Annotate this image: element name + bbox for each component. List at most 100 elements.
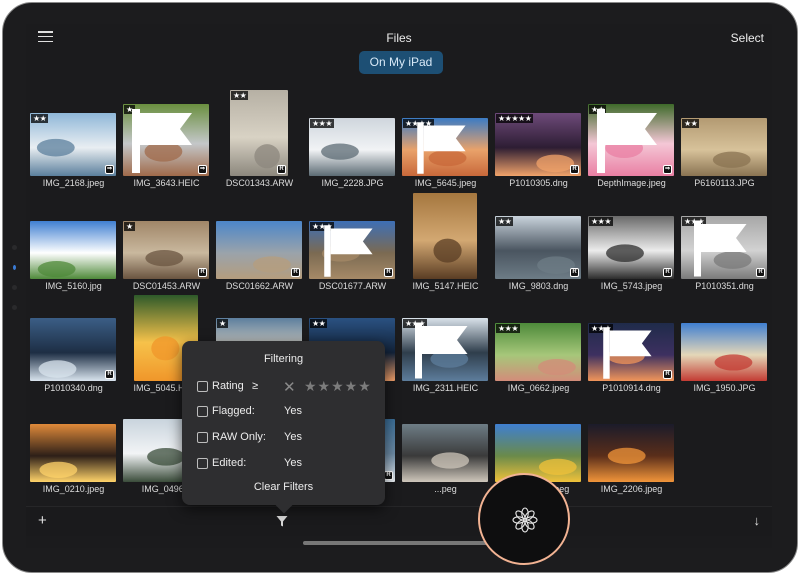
flagged-value[interactable]: Yes	[284, 405, 302, 417]
funnel-icon[interactable]	[276, 515, 288, 528]
location-selector[interactable]: On My iPad	[359, 51, 443, 74]
rating-stars-badge: ★	[124, 222, 135, 231]
edited-badge-icon: ⇒	[198, 165, 207, 174]
photo-cell[interactable]: ★★★ IMG_2311.HEIC	[399, 295, 492, 395]
raw-only-label: RAW Only:	[212, 431, 266, 443]
photo-cell[interactable]: ★★ ⇒ IMG_2168.jpeg	[27, 90, 120, 190]
side-indicator	[13, 265, 16, 270]
photo-cell[interactable]: IMG_1950.JPG	[678, 295, 771, 395]
rating-stars-badge: ★★★	[496, 324, 521, 333]
photo-filename: DSC01677.ARW	[318, 281, 387, 291]
photo-cell[interactable]: ★★★ R IMG_5743.jpeg	[585, 193, 678, 293]
photo-filename: ...peg	[434, 484, 457, 494]
photo-cell[interactable]: ★★ R DSC01343.ARW	[213, 90, 306, 190]
rating-stars-badge: ★★	[496, 217, 514, 226]
photo-thumbnail: ★★★★	[402, 118, 488, 176]
photo-filename: IMG_5645.jpeg	[414, 178, 477, 188]
flag-icon	[417, 122, 466, 174]
photo-thumbnail: ★★★R	[588, 216, 674, 279]
photo-cell[interactable]: ★★★ R P1010914.dng	[585, 295, 678, 395]
photo-cell[interactable]: ★★★ IMG_0662.jpeg	[492, 295, 585, 395]
photo-thumbnail: ★★ R	[230, 90, 288, 176]
select-button[interactable]: Select	[731, 31, 764, 45]
edited-checkbox[interactable]	[197, 458, 208, 469]
photo-thumbnail: ★★★	[402, 318, 488, 381]
photo-cell[interactable]: IMG_5147.HEIC	[399, 193, 492, 293]
rating-operator: ≥	[252, 380, 259, 392]
raw-badge-icon: R	[291, 268, 300, 277]
photo-filename: P1010340.dng	[44, 383, 103, 393]
photo-filename: IMG_2228.JPG	[321, 178, 384, 188]
rating-checkbox[interactable]	[197, 381, 208, 392]
rating-stars-badge: ★★	[231, 91, 249, 100]
edited-badge-icon: ⇒	[663, 165, 672, 174]
raw-badge-icon: R	[570, 165, 579, 174]
photo-cell[interactable]: IMG_0210.jpeg	[27, 396, 120, 496]
photo-cell[interactable]: ★★ P6160113.JPG	[678, 90, 771, 190]
photo-filename: IMG_9803.dng	[508, 281, 569, 291]
photo-filename: DSC01343.ARW	[225, 178, 294, 188]
photo-cell[interactable]: ★★★★ IMG_5645.jpeg	[399, 90, 492, 190]
photo-cell[interactable]: IMG_5160.jpg	[27, 193, 120, 293]
photo-cell[interactable]: ★★★ R DSC01677.ARW	[306, 193, 399, 293]
photo-cell[interactable]: R P1010340.dng	[27, 295, 120, 395]
raw-only-value[interactable]: Yes	[284, 431, 302, 443]
photo-cell[interactable]: ★ R DSC01453.ARW	[120, 193, 213, 293]
clear-rating-icon[interactable]: ✕	[283, 378, 296, 396]
photo-cell[interactable]: ★★★★★ R P1010305.dng	[492, 90, 585, 190]
photo-cell[interactable]: ★★⇒ DepthImage.jpeg	[585, 90, 678, 190]
photo-thumbnail: ★★★R	[588, 323, 674, 381]
top-bar: Files Select	[26, 24, 772, 48]
flagged-checkbox[interactable]	[197, 406, 208, 417]
photo-cell[interactable]: ...peg	[399, 396, 492, 496]
photo-thumbnail: ★★⇒	[30, 113, 116, 176]
photo-thumbnail	[681, 323, 767, 381]
raw-badge-icon: R	[663, 268, 672, 277]
photo-filename: IMG_2206.jpeg	[600, 484, 663, 494]
photo-filename: P1010305.dng	[509, 178, 568, 188]
photo-filename: IMG_1950.JPG	[693, 383, 756, 393]
raw-badge-icon: R	[570, 268, 579, 277]
rating-stars-badge: ★★	[682, 119, 700, 128]
rating-stars-badge: ★	[217, 319, 228, 328]
flag-icon	[324, 225, 373, 277]
rating-stars-badge: ★★★	[310, 119, 335, 128]
clear-filters-button[interactable]: Clear Filters	[182, 481, 385, 493]
photo-thumbnail	[495, 424, 581, 482]
raw-badge-icon: R	[756, 268, 765, 277]
rating-stars-badge: ★★★★★	[496, 114, 534, 123]
rating-label: Rating	[212, 380, 244, 392]
raw-badge-icon: R	[277, 165, 286, 174]
edited-value[interactable]: Yes	[284, 457, 302, 469]
photo-thumbnail: ★ R	[123, 221, 209, 279]
download-button[interactable]: ↓	[754, 513, 761, 528]
photo-cell[interactable]: ★★★ IMG_2228.JPG	[306, 90, 399, 190]
photo-cell[interactable]: ★★ R IMG_9803.dng	[492, 193, 585, 293]
rating-stars-selector[interactable]: ★★★★★	[304, 378, 372, 395]
filter-rating-row: Rating ≥ ✕ ★★★★★	[197, 378, 377, 396]
photo-filename: P1010914.dng	[602, 383, 661, 393]
filter-edited-row: Edited: Yes	[197, 457, 377, 471]
raw-only-checkbox[interactable]	[197, 432, 208, 443]
photo-cell[interactable]: IMG_2206.jpeg	[585, 396, 678, 496]
flag-icon	[132, 109, 192, 173]
side-sensor	[12, 305, 17, 310]
photo-thumbnail: ★★⇒	[588, 104, 674, 176]
photo-thumbnail: R	[30, 318, 116, 381]
flag-icon	[415, 322, 468, 379]
add-button[interactable]: +	[38, 512, 47, 529]
photos-flower-icon[interactable]	[478, 473, 570, 565]
photo-cell[interactable]: R DSC01662.ARW	[213, 193, 306, 293]
page-title: Files	[386, 31, 412, 45]
photo-filename: IMG_0662.jpeg	[507, 383, 570, 393]
side-sensor	[12, 285, 17, 290]
photo-thumbnail: ★★★	[309, 118, 395, 176]
photo-thumbnail	[413, 193, 477, 279]
photo-thumbnail: ★★★	[495, 323, 581, 381]
photo-thumbnail: R	[216, 221, 302, 279]
photo-thumbnail: ★ ⇒	[123, 104, 209, 176]
photo-cell[interactable]: ★★★R P1010351.dng	[678, 193, 771, 293]
photo-filename: P6160113.JPG	[694, 178, 755, 188]
photo-filename: IMG_5160.jpg	[45, 281, 102, 291]
photo-cell[interactable]: ★ ⇒ IMG_3643.HEIC	[120, 90, 213, 190]
